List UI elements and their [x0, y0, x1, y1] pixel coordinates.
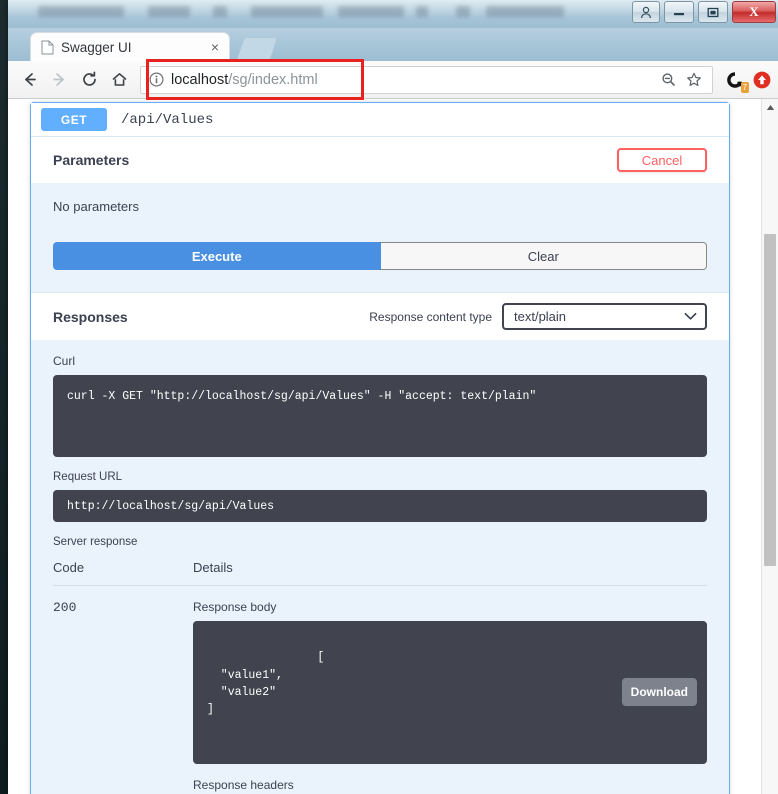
operation-block-get-values: GET /api/Values Parameters Cancel No par…: [30, 102, 730, 794]
response-content-type-select[interactable]: text/plain: [502, 303, 707, 330]
scrollbar-thumb[interactable]: [764, 234, 776, 566]
new-tab-button[interactable]: [236, 37, 278, 61]
server-response-table-header: Code Details: [53, 548, 707, 586]
operation-summary[interactable]: GET /api/Values: [31, 103, 729, 137]
cancel-button[interactable]: Cancel: [617, 148, 707, 172]
responses-title: Responses: [53, 308, 128, 325]
close-tab-icon[interactable]: ×: [207, 39, 223, 55]
response-details: Response body [ "value1", "value2" ] Dow…: [193, 600, 707, 794]
scroll-up-arrow-icon[interactable]: [762, 99, 778, 116]
titlebar-ghost-text: [38, 6, 124, 17]
tab-strip: Swagger UI ×: [8, 28, 778, 61]
minimize-button[interactable]: [664, 1, 694, 23]
request-url-label: Request URL: [53, 471, 123, 483]
responses-header: Responses Response content type text/pla…: [31, 292, 729, 340]
parameters-title: Parameters: [53, 152, 130, 168]
server-response-label: Server response: [53, 536, 138, 548]
browser-window: X Swagger UI × localhost/sg/index.html 7…: [8, 0, 778, 794]
http-method-badge: GET: [41, 108, 107, 131]
titlebar-ghost-text: [338, 6, 404, 17]
parameters-body: No parameters: [31, 183, 729, 242]
titlebar-ghost-text: [486, 6, 564, 17]
upload-extension-icon[interactable]: [752, 70, 772, 90]
zoom-out-icon[interactable]: [656, 68, 680, 92]
titlebar-ghost-text: [456, 6, 470, 17]
omnibox-container: localhost/sg/index.html: [140, 58, 713, 100]
titlebar-ghost-text: [213, 6, 227, 17]
titlebar-ghost-text: [416, 6, 428, 17]
no-parameters-text: No parameters: [53, 199, 139, 214]
server-response-row: 200 Response body [ "value1", "value2" ]…: [53, 586, 707, 794]
column-header-details: Details: [193, 560, 233, 575]
response-content-type-value: text/plain: [514, 309, 567, 324]
user-account-button[interactable]: [632, 1, 660, 23]
url-text: localhost/sg/index.html: [171, 72, 318, 88]
browser-toolbar: localhost/sg/index.html 7: [8, 58, 778, 100]
column-header-code: Code: [53, 560, 85, 575]
titlebar-ghost-text: [251, 6, 323, 17]
maximize-button[interactable]: [698, 1, 728, 23]
clear-button[interactable]: Clear: [380, 242, 707, 270]
reload-button[interactable]: [74, 65, 104, 95]
site-info-icon[interactable]: [149, 72, 164, 87]
tab-title: Swagger UI: [61, 39, 132, 55]
request-url-block: http://localhost/sg/api/Values: [53, 490, 707, 522]
action-buttons-row: Execute Clear: [31, 242, 729, 292]
forward-button[interactable]: [44, 65, 74, 95]
curl-label: Curl: [53, 354, 76, 368]
response-body-content: [ "value1", "value2" ]: [207, 651, 325, 716]
window-controls: X: [628, 1, 776, 23]
browser-tab-swagger-ui[interactable]: Swagger UI ×: [30, 32, 230, 61]
extension-icons: 7: [718, 70, 772, 93]
response-status-code: 200: [53, 600, 77, 615]
chevron-down-icon: [684, 312, 697, 321]
parameters-header: Parameters Cancel: [31, 137, 729, 183]
omnibox-actions: [656, 68, 706, 92]
back-button[interactable]: [14, 65, 44, 95]
download-button[interactable]: Download: [621, 678, 697, 707]
page-favicon-icon: [41, 40, 54, 55]
curl-command-block[interactable]: curl -X GET "http://localhost/sg/api/Val…: [53, 375, 707, 457]
swagger-ui-page: GET /api/Values Parameters Cancel No par…: [8, 99, 761, 794]
operation-path: /api/Values: [121, 111, 214, 128]
responses-body: Curl curl -X GET "http://localhost/sg/ap…: [31, 340, 729, 794]
vertical-scrollbar[interactable]: [761, 99, 778, 794]
titlebar-ghost-text: [148, 6, 190, 17]
bookmark-star-icon[interactable]: [682, 68, 706, 92]
extension-badge-count: 7: [740, 81, 749, 93]
page-viewport: GET /api/Values Parameters Cancel No par…: [8, 99, 778, 794]
adblock-extension-icon[interactable]: 7: [725, 70, 749, 93]
response-body-block: [ "value1", "value2" ] Download: [193, 621, 707, 764]
close-window-button[interactable]: X: [732, 1, 776, 23]
address-bar[interactable]: localhost/sg/index.html: [140, 65, 713, 94]
response-body-label: Response body: [193, 600, 277, 614]
response-headers-label: Response headers: [193, 777, 294, 792]
url-host: localhost: [171, 71, 229, 88]
execute-button[interactable]: Execute: [53, 242, 381, 270]
home-button[interactable]: [104, 65, 134, 95]
response-content-type-label: Response content type: [369, 309, 492, 324]
window-titlebar: X: [8, 0, 778, 28]
url-path: /sg/index.html: [228, 71, 318, 88]
